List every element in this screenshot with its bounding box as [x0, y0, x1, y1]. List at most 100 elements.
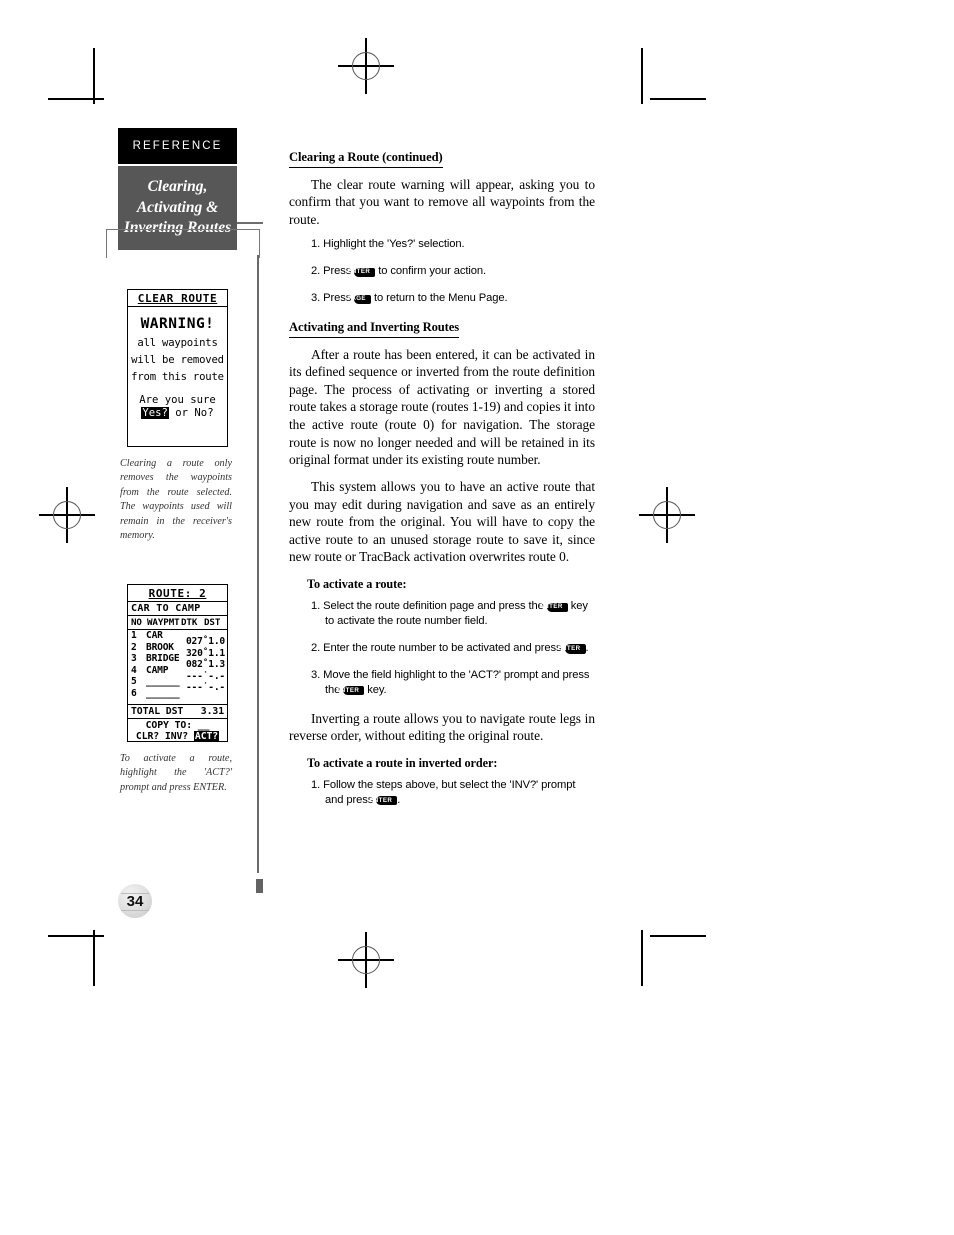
- column-header-waypoint: WAYPMT: [147, 617, 180, 628]
- paragraph-inverting-route: Inverting a route allows you to navigate…: [289, 710, 595, 744]
- gps-confirm-question: Are you sure: [139, 394, 216, 406]
- registration-mark-right: [639, 487, 695, 543]
- subheading-inverted-order: To activate a route in inverted order:: [307, 755, 498, 770]
- gps-confirm-answers: Yes? or No?: [128, 407, 227, 419]
- step-text-before: Select the route definition page and pre…: [323, 600, 547, 613]
- paragraph-clear-route-intro: The clear route warning will appear, ask…: [289, 176, 595, 227]
- chapter-title-line-2: Activating &: [136, 198, 219, 216]
- row-number: 2: [131, 641, 137, 653]
- figure-clear-route-warning: CLEAR ROUTE WARNING! all waypoints will …: [127, 289, 228, 447]
- chapter-title-line-1: Clearing,: [147, 178, 208, 196]
- step-number: 1.: [311, 238, 321, 251]
- gps-route-leg-values: 027˚1.0 320˚1.1 082˚1.3 ---˙-.- ---˙-.-: [186, 636, 225, 694]
- step-number: 2.: [311, 641, 321, 654]
- gps-clr-inv-prompts[interactable]: CLR? INV?: [136, 731, 194, 742]
- step-text-after: .: [585, 641, 589, 654]
- gps-screen-title: CLEAR ROUTE: [128, 290, 227, 307]
- gps-route-name: CAR TO CAMP: [128, 602, 227, 616]
- gps-copy-to-field[interactable]: COPY TO: __: [128, 719, 227, 731]
- page-key-icon: PAGE: [347, 294, 371, 304]
- column-header-no: NO: [131, 617, 142, 628]
- step-number: 3.: [311, 292, 321, 305]
- enter-key-icon: ENTER: [540, 602, 568, 612]
- crop-mark-top-left-v: [93, 48, 95, 104]
- list-item: 2. Enter the route number to be activate…: [289, 641, 595, 656]
- enter-key-icon: ENTER: [347, 267, 376, 277]
- row-number: 5: [131, 676, 137, 688]
- page-title: Clearing a Route (continued): [289, 150, 443, 168]
- list-item: 3. Press PAGE to return to the Menu Page…: [289, 291, 595, 306]
- crop-mark-bottom-left-h: [48, 935, 104, 937]
- row-number: 3: [131, 653, 137, 665]
- row-number: 6: [131, 687, 137, 699]
- gps-route-table-body: 1 CAR 2 BROOK 3 BRIDGE 4 CAMP 5 ______ 6…: [128, 630, 227, 704]
- step-list-activate: 1. Select the route definition page and …: [289, 599, 595, 697]
- step-number: 1.: [311, 778, 321, 791]
- total-distance-value: 3.31: [200, 706, 224, 717]
- step-text-before: Enter the route number to be activated a…: [323, 641, 565, 654]
- leg-value: 082˚1.3: [185, 659, 225, 671]
- crop-mark-bottom-right-v: [641, 930, 643, 986]
- leg-value: 027˚1.0: [185, 636, 225, 647]
- page-number: 34: [118, 884, 152, 918]
- column-end-tick: [256, 879, 263, 893]
- crop-mark-top-right-v: [641, 48, 643, 104]
- gps-yes-option-highlighted[interactable]: Yes?: [141, 407, 169, 419]
- gps-warning-line-1: all waypoints: [137, 337, 218, 349]
- total-distance-label: TOTAL DST: [131, 706, 184, 717]
- registration-mark-top: [338, 38, 394, 94]
- registration-mark-left: [39, 487, 95, 543]
- list-item: 1. Highlight the 'Yes?' selection.: [289, 237, 595, 252]
- step-text-after: key.: [364, 683, 387, 696]
- row-number: 1: [131, 630, 137, 641]
- list-item: 1. Select the route definition page and …: [289, 599, 595, 629]
- enter-key-icon: ENTER: [369, 796, 398, 806]
- enter-key-icon: ENTER: [558, 644, 586, 654]
- row-number: 4: [131, 664, 137, 676]
- figure-caption-activate-route: To activate a route, highlight the 'ACT?…: [120, 753, 232, 793]
- step-number: 2.: [311, 265, 321, 278]
- leg-value: 320˚1.1: [185, 647, 225, 659]
- step-text-before: Highlight the 'Yes?' selection.: [323, 238, 465, 251]
- figure-route-definition-page: ROUTE: 2 CAR TO CAMP NO WAYPMT DTK DST 1…: [127, 584, 228, 742]
- crop-mark-top-right-h: [650, 98, 706, 100]
- crop-mark-bottom-right-h: [650, 935, 706, 937]
- gps-no-option[interactable]: or No?: [169, 407, 213, 419]
- gps-warning-word: WARNING!: [140, 316, 215, 332]
- gps-route-prompts: CLR? INV? ACT?: [128, 731, 227, 742]
- step-text-after: .: [397, 793, 401, 806]
- column-header-dst: DST: [204, 617, 221, 628]
- paragraph-active-route-system: This system allows you to have an active…: [289, 478, 595, 565]
- step-number: 3.: [311, 668, 321, 681]
- list-item: 2. Press ENTER to confirm your action.: [289, 264, 595, 279]
- column-divider-rule: [257, 255, 259, 873]
- registration-mark-bottom: [338, 932, 394, 988]
- subheading-to-activate-route: To activate a route:: [307, 577, 407, 592]
- step-list-inverted: 1. Follow the steps above, but select th…: [289, 778, 595, 808]
- gps-warning-line-2: will be removed: [131, 354, 224, 366]
- main-text-column: Clearing a Route (continued) The clear r…: [289, 148, 595, 820]
- gps-route-table-header: NO WAYPMT DTK DST: [128, 616, 227, 630]
- step-number: 1.: [311, 600, 321, 613]
- page-number-value: 34: [126, 892, 144, 910]
- step-text-after: to return to the Menu Page.: [370, 292, 508, 305]
- step-text-after: to confirm your action.: [375, 265, 487, 278]
- leg-value: ---˙-.-: [185, 682, 225, 694]
- gps-act-prompt-highlighted[interactable]: ACT?: [193, 731, 220, 742]
- section-label-reference: REFERENCE: [118, 128, 237, 164]
- column-header-dtk: DTK: [181, 617, 198, 628]
- crop-mark-top-left-h: [48, 98, 104, 100]
- sidebar-frame-rule: [106, 229, 260, 258]
- figure-caption-clear-route: Clearing a route only removes the waypoi…: [120, 458, 232, 542]
- paragraph-activating-overview: After a route has been entered, it can b…: [289, 346, 595, 468]
- enter-key-icon: ENTER: [336, 686, 365, 696]
- gps-route-title: ROUTE: 2: [128, 585, 227, 602]
- crop-mark-bottom-left-v: [93, 930, 95, 986]
- step-list-clearing: 1. Highlight the 'Yes?' selection. 2. Pr…: [289, 237, 595, 306]
- gps-warning-line-3: from this route: [131, 371, 224, 383]
- list-item: 1. Follow the steps above, but select th…: [289, 778, 595, 808]
- gps-total-distance-row: TOTAL DST 3.31: [128, 704, 227, 719]
- section-heading-activating: Activating and Inverting Routes: [289, 320, 459, 338]
- step-text-before: Follow the steps above, but select the '…: [323, 778, 576, 806]
- leg-value: ---˙-.-: [185, 670, 225, 682]
